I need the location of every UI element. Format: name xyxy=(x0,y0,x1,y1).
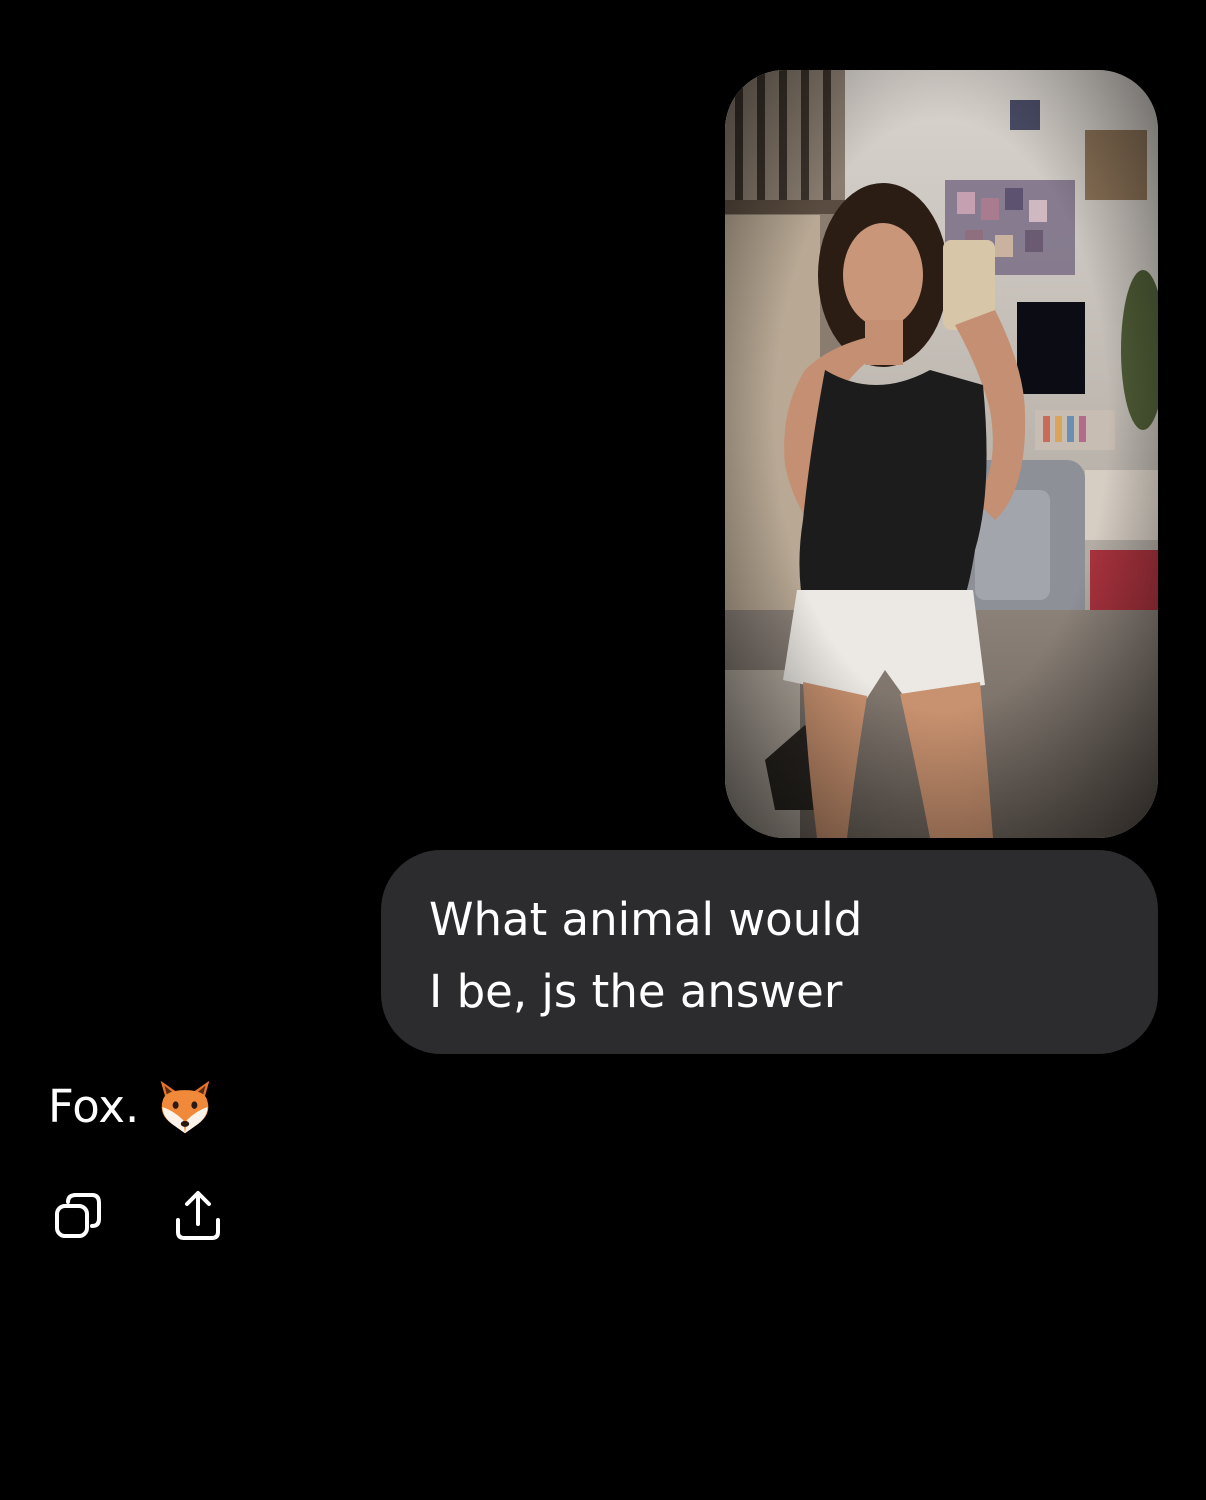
sent-message-bubble[interactable]: What animal would I be, js the answer xyxy=(381,850,1158,1054)
copy-icon xyxy=(55,1193,101,1238)
copy-button[interactable] xyxy=(48,1186,108,1246)
sent-photo[interactable] xyxy=(725,70,1158,838)
selfie-photo-image xyxy=(725,70,1158,838)
assistant-reply: Fox. xyxy=(48,1075,215,1139)
fox-face-icon xyxy=(161,1080,210,1134)
share-icon xyxy=(176,1191,220,1240)
message-line: What animal would xyxy=(429,893,863,946)
share-button[interactable] xyxy=(168,1186,228,1246)
message-line: I be, js the answer xyxy=(429,965,843,1018)
chat-screen: What animal would I be, js the answer Fo… xyxy=(0,0,1206,1500)
reply-text: Fox. xyxy=(48,1080,140,1133)
